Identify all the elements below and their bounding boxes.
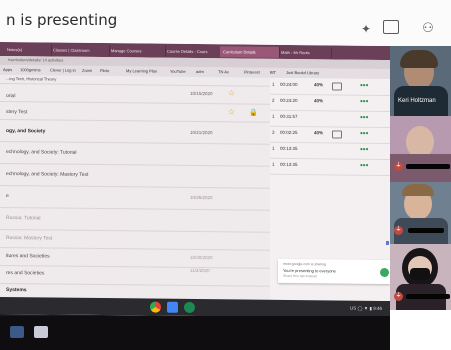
stop-sharing-button[interactable] (380, 267, 389, 278)
people-icon[interactable]: ⚇ (419, 20, 437, 35)
activity-title[interactable]: Russia: Tutorial (6, 215, 40, 221)
bookmark-item[interactable]: adm (196, 69, 204, 74)
app-icon (34, 326, 48, 338)
bookmark-item[interactable]: Zoom (82, 68, 92, 73)
participant-tile[interactable]: ⏚ (390, 244, 451, 310)
redacted-name (406, 294, 450, 299)
browser-tab[interactable]: Course Details - Cours (164, 45, 222, 58)
activity-date: 10/26/2020 (190, 194, 213, 201)
bookmark-item[interactable]: BlT (270, 70, 276, 75)
meet-sidebar-gap (390, 310, 451, 350)
activity-title[interactable]: echnology, and Society: Tutorial (6, 149, 77, 156)
url-text: /curriculum/details/ 14 activities (8, 57, 64, 63)
bookmark-item[interactable]: 1000gmims (20, 67, 41, 72)
browser-tab[interactable]: Notes(s) (4, 43, 52, 56)
activity-title[interactable]: orial (6, 93, 15, 99)
redacted-name (408, 228, 444, 233)
activity-date: 10/15/2020 (190, 90, 213, 97)
more-options-icon[interactable]: ••• (360, 113, 368, 122)
browser-tab[interactable]: Manage Courses (108, 45, 166, 57)
browser-tab-active[interactable]: Curriculum Details (220, 46, 280, 58)
meet-icon[interactable] (184, 301, 195, 313)
mic-muted-icon: ⏚ (394, 162, 403, 171)
redacted-name (406, 164, 450, 169)
shared-screen: Notes(s) Classes | Classroom Manage Cour… (0, 41, 390, 319)
participant-tile[interactable]: Keri Holtzman (390, 46, 451, 116)
activity-title[interactable]: res and Societies (6, 270, 44, 276)
activity-title[interactable]: stery Test (6, 109, 27, 115)
chat-icon[interactable] (383, 20, 399, 34)
system-tray[interactable]: US ◯ ▼ ▮ 9:46 (350, 306, 382, 312)
participant-tile[interactable]: ⏚ (390, 182, 451, 244)
activity-title[interactable]: echnology, and Society: Mastery Test (6, 171, 88, 178)
activity-date: 10/30/2020 (190, 254, 213, 261)
more-options-icon[interactable]: ••• (360, 81, 368, 90)
star-icon[interactable]: ☆ (228, 107, 235, 116)
bookmark-item[interactable]: YouTube (170, 69, 186, 74)
activity-title[interactable]: itures and Societies (6, 253, 50, 259)
presenting-banner: n is presenting (6, 11, 118, 29)
activity-title[interactable]: Russia: Mastery Test (6, 235, 52, 241)
face-mask (410, 268, 430, 280)
bookmark-item[interactable]: TN Ax (218, 69, 229, 74)
scrollbar-thumb[interactable] (386, 241, 389, 246)
participant-hair (400, 50, 438, 68)
sparkle-icon[interactable]: ✦ (357, 22, 375, 36)
participant-tile[interactable]: ⏚ (390, 116, 451, 182)
more-options-icon[interactable]: ••• (360, 97, 368, 106)
meet-controls: ✦ ⚇ (355, 6, 451, 44)
star-icon[interactable]: ☆ (228, 88, 235, 97)
os-taskbar: US ◯ ▼ ▮ 9:46 (0, 296, 390, 319)
activity-date: 10/21/2020 (190, 129, 213, 136)
bookmark-item[interactable]: Just Bookd Library (286, 70, 319, 75)
chrome-icon[interactable] (150, 301, 161, 313)
laptop-bezel (0, 316, 390, 350)
bookmark-item[interactable]: Apps (3, 67, 12, 72)
docs-icon[interactable] (167, 301, 178, 313)
report-icon[interactable] (332, 130, 342, 139)
meet-top-bar: n is presenting ✦ ⚇ (0, 0, 451, 46)
more-options-icon[interactable]: ••• (360, 145, 368, 154)
participant-hair (402, 184, 434, 196)
activity-date: 11/2/2020 (190, 267, 210, 274)
progress-row: 1 00:13:35 ••• (270, 157, 390, 177)
sharing-notification: meet.google.com is sharing You're presen… (278, 258, 390, 285)
activity-title[interactable]: e (6, 193, 9, 199)
bookmark-item[interactable]: Clever | Log in (50, 67, 76, 72)
browser-tab[interactable]: Math - Mr Roots (278, 46, 332, 59)
activity-title[interactable]: ogy, and Society (6, 128, 45, 134)
report-icon[interactable] (332, 82, 342, 91)
mic-muted-icon: ⏚ (394, 226, 403, 235)
more-options-icon[interactable]: ••• (360, 129, 368, 138)
bookmark-item[interactable]: My Learning Plan (126, 68, 157, 73)
window-icon (10, 326, 24, 338)
lock-icon: 🔒 (249, 109, 258, 117)
more-options-icon[interactable]: ••• (360, 161, 368, 170)
course-activity-list: ...ing Tech, Historical Theory orial 10/… (0, 74, 270, 300)
mic-muted-icon: ⏚ (394, 292, 403, 301)
participant-name: Keri Holtzman (398, 98, 436, 104)
browser-tab[interactable]: Classes | Classroom (50, 44, 110, 57)
bookmark-item[interactable]: Flickr (100, 68, 110, 73)
bookmark-item[interactable]: Pinterest (244, 70, 260, 75)
activity-title[interactable]: Systems (6, 287, 27, 293)
